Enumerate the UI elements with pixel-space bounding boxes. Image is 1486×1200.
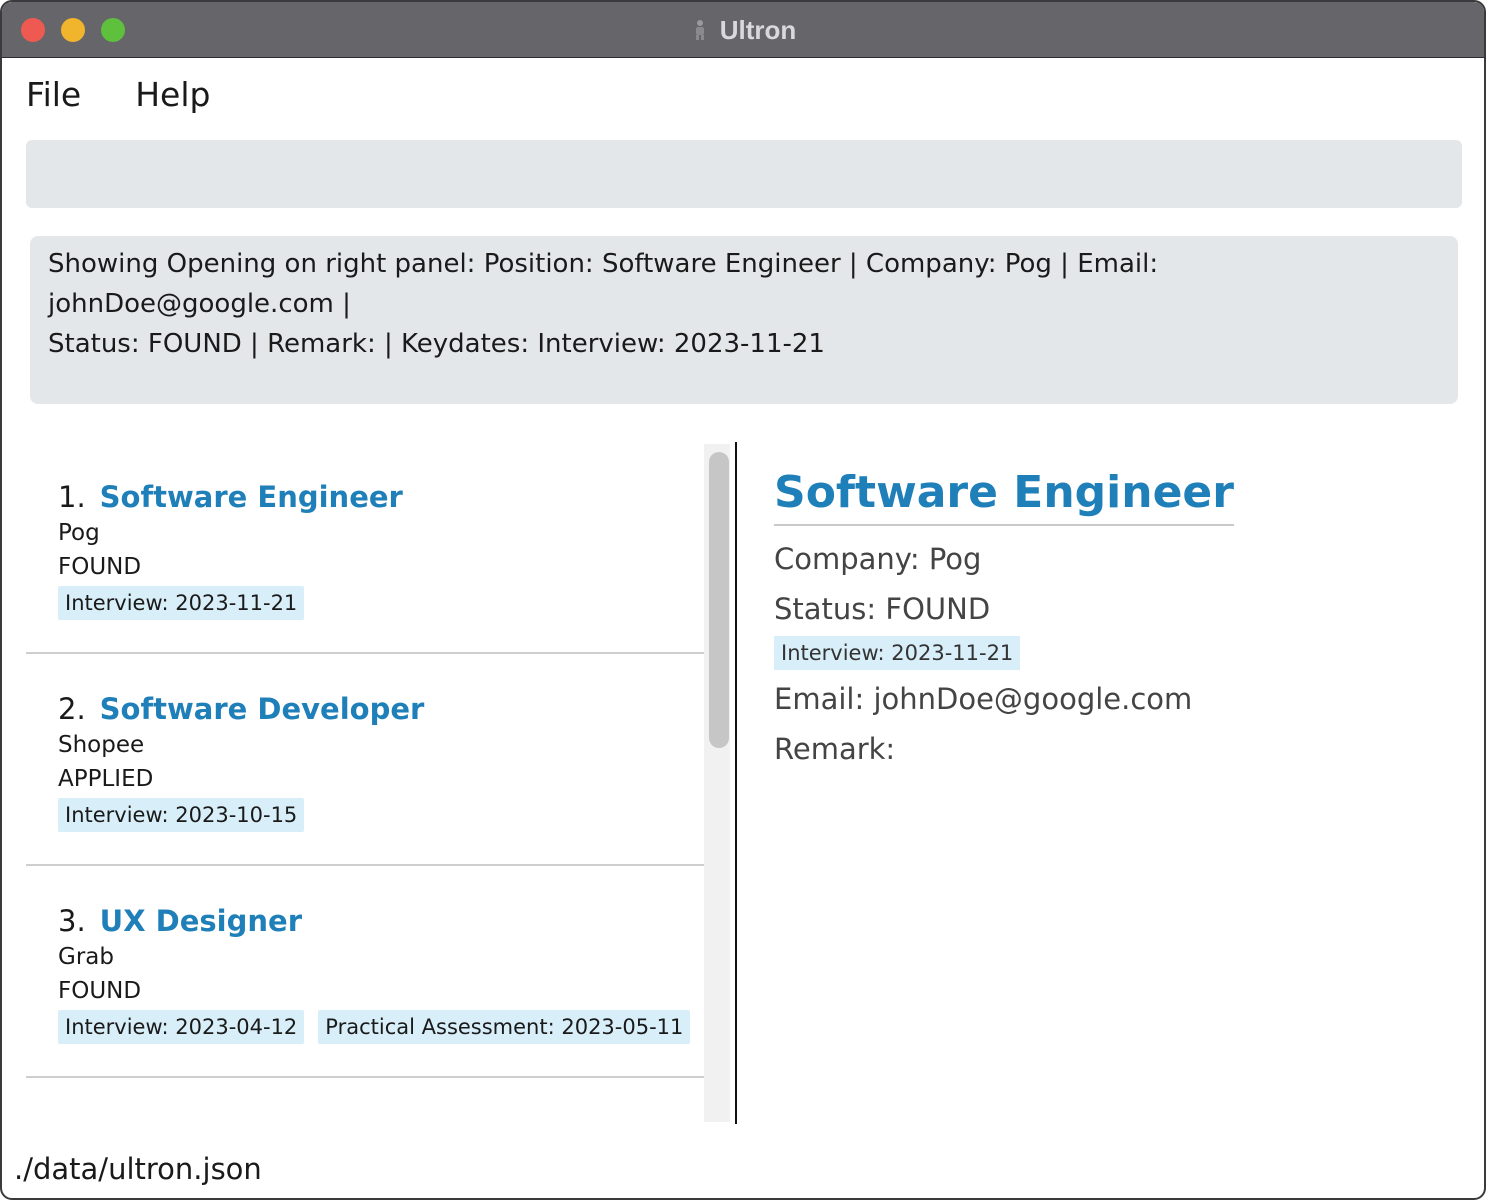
detail-status: Status: FOUND: [774, 592, 991, 626]
scrollbar-thumb[interactable]: [709, 452, 729, 748]
opening-company: Shopee: [58, 732, 145, 758]
keydate-tag: Interview: 2023-11-21: [58, 586, 305, 620]
window-title: Ultron: [719, 14, 797, 45]
result-line-2: Status: FOUND | Remark: | Keydates: Inte…: [48, 329, 825, 359]
opening-card[interactable]: 1. Software Engineer Pog FOUND Interview:…: [26, 442, 704, 654]
opening-position: UX Designer: [99, 904, 302, 938]
opening-index: 1.: [58, 480, 86, 514]
detail-company: Company: Pog: [774, 542, 982, 576]
result-line-1: Showing Opening on right panel: Position…: [48, 249, 1159, 319]
detail-remark: Remark:: [774, 732, 896, 766]
menu-bar: File Help: [22, 62, 214, 126]
panel-divider: [735, 442, 737, 1124]
opening-status: FOUND: [58, 554, 142, 580]
opening-company: Grab: [58, 944, 114, 970]
storage-path: ./data/ultron.json: [14, 1152, 262, 1186]
detail-position: Software Engineer: [774, 464, 1234, 526]
opening-index: 2.: [58, 692, 86, 726]
list-scrollbar[interactable]: [704, 444, 730, 1122]
opening-company: Pog: [58, 520, 100, 546]
app-window: Ultron File Help Showing Opening on righ…: [0, 0, 1486, 1200]
keydate-tag: Interview: 2023-10-15: [58, 798, 305, 832]
detail-panel: Software Engineer Company: Pog Status: F…: [774, 464, 1464, 774]
menu-help[interactable]: Help: [131, 75, 214, 114]
opening-card[interactable]: 2. Software Developer Shopee APPLIED Inte…: [26, 654, 704, 866]
opening-position: Software Developer: [99, 692, 425, 726]
detail-keydate-tag: Interview: 2023-11-21: [774, 636, 1021, 670]
menu-file[interactable]: File: [22, 75, 85, 114]
opening-status: APPLIED: [58, 766, 154, 792]
opening-status: FOUND: [58, 978, 142, 1004]
keydate-tag: Practical Assessment: 2023-05-11: [318, 1010, 691, 1044]
opening-position: Software Engineer: [99, 480, 403, 514]
detail-email: Email: johnDoe@google.com: [774, 682, 1193, 716]
result-display: Showing Opening on right panel: Position…: [30, 236, 1458, 404]
app-logo-icon: [695, 20, 704, 40]
opening-list[interactable]: 1. Software Engineer Pog FOUND Interview:…: [26, 442, 704, 1122]
title-bar[interactable]: Ultron: [2, 2, 1484, 58]
command-input[interactable]: [26, 140, 1462, 208]
opening-index: 3.: [58, 904, 86, 938]
keydate-tag: Interview: 2023-04-12: [58, 1010, 305, 1044]
opening-card[interactable]: 3. UX Designer Grab FOUND Interview: 2023…: [26, 866, 704, 1078]
